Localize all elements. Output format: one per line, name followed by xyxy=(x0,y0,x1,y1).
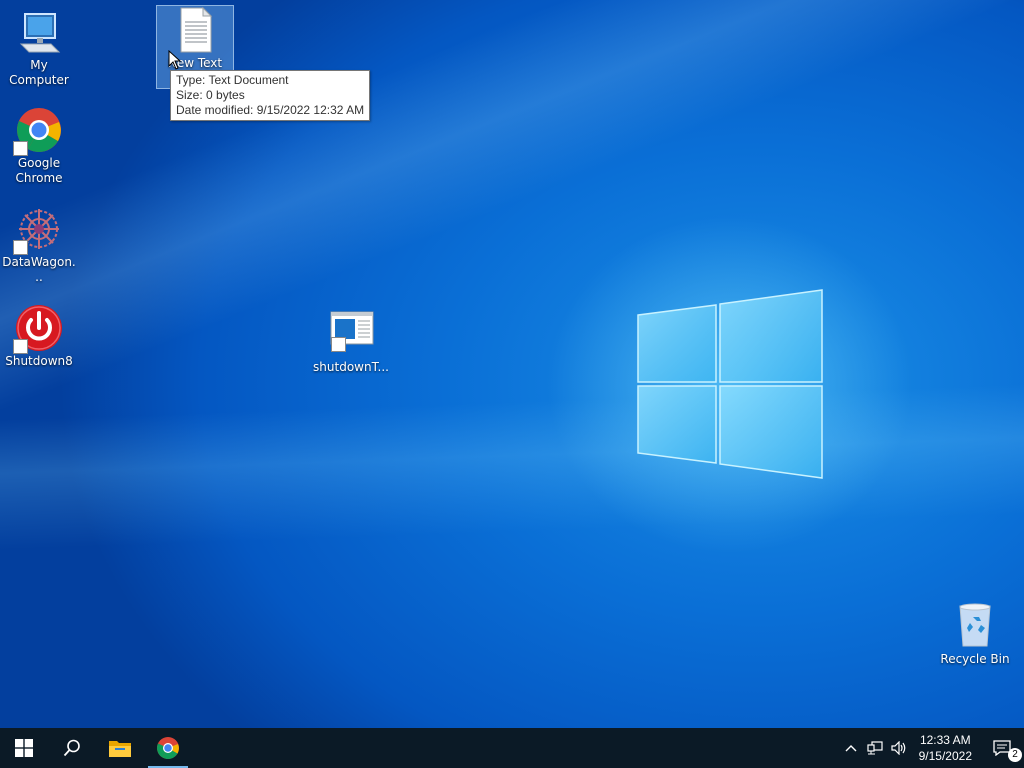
my-computer-icon-item[interactable]: My Computer xyxy=(1,8,77,88)
chrome-icon xyxy=(157,737,179,759)
datawagon-icon-item[interactable]: DataWagon... xyxy=(1,205,77,285)
action-center-button[interactable]: 2 xyxy=(980,728,1024,768)
taskbar-google-chrome[interactable] xyxy=(144,728,192,768)
taskbar: 12:33 AM 9/15/2022 2 xyxy=(0,728,1024,768)
network-icon xyxy=(867,741,883,755)
shutdownt-icon-item[interactable]: shutdownT... xyxy=(313,310,389,375)
desktop[interactable]: My Computer New Text Google Chrome DataW… xyxy=(0,0,1024,728)
start-button[interactable] xyxy=(0,728,48,768)
google-chrome-icon-item[interactable]: Google Chrome xyxy=(1,106,77,186)
shortcut-arrow-icon xyxy=(13,141,28,156)
icon-label: My Computer xyxy=(9,58,69,87)
mouse-cursor-icon xyxy=(168,50,182,70)
tooltip-type: Type: Text Document xyxy=(176,73,289,87)
chevron-up-icon xyxy=(845,745,857,752)
clock-time: 12:33 AM xyxy=(919,733,971,747)
recycle-bin-icon-item[interactable]: Recycle Bin xyxy=(937,602,1013,667)
taskbar-file-explorer[interactable] xyxy=(96,728,144,768)
volume-button[interactable] xyxy=(887,728,911,768)
power-icon xyxy=(13,304,63,354)
windows-start-icon xyxy=(15,739,33,757)
file-info-tooltip: Type: Text Document Size: 0 bytes Date m… xyxy=(170,70,371,121)
shortcut-arrow-icon xyxy=(13,240,28,255)
notification-count-badge: 2 xyxy=(1008,748,1022,762)
search-button[interactable] xyxy=(48,728,96,768)
speaker-icon xyxy=(891,741,905,755)
windows-logo-wallpaper xyxy=(637,289,823,479)
shortcut-arrow-icon xyxy=(13,339,28,354)
system-tray: 12:33 AM 9/15/2022 2 xyxy=(839,728,1024,768)
tooltip-date-modified: Date modified: 9/15/2022 12:32 AM xyxy=(176,103,365,117)
icon-label: Recycle Bin xyxy=(940,652,1010,666)
show-hidden-icons-button[interactable] xyxy=(839,728,863,768)
shutdown8-icon-item[interactable]: Shutdown8 xyxy=(1,304,77,369)
icon-label: Shutdown8 xyxy=(5,354,73,368)
chrome-icon xyxy=(13,106,63,156)
icon-label: DataWagon... xyxy=(2,255,76,284)
light-beam xyxy=(0,0,1024,728)
datawagon-icon xyxy=(13,205,63,255)
network-button[interactable] xyxy=(863,728,887,768)
icon-label: Google Chrome xyxy=(15,156,63,185)
tooltip-size: Size: 0 bytes xyxy=(176,88,245,102)
application-window-icon xyxy=(327,310,375,358)
recycle-bin-icon xyxy=(951,602,999,650)
computer-icon xyxy=(15,8,63,56)
shortcut-arrow-icon xyxy=(331,337,346,352)
icon-label: shutdownT... xyxy=(313,360,389,374)
text-document-icon xyxy=(171,6,219,54)
light-beam xyxy=(0,0,1024,728)
clock-date: 9/15/2022 xyxy=(918,749,972,763)
clock[interactable]: 12:33 AM 9/15/2022 xyxy=(911,732,980,764)
file-explorer-icon xyxy=(109,741,131,757)
search-icon xyxy=(63,739,80,757)
